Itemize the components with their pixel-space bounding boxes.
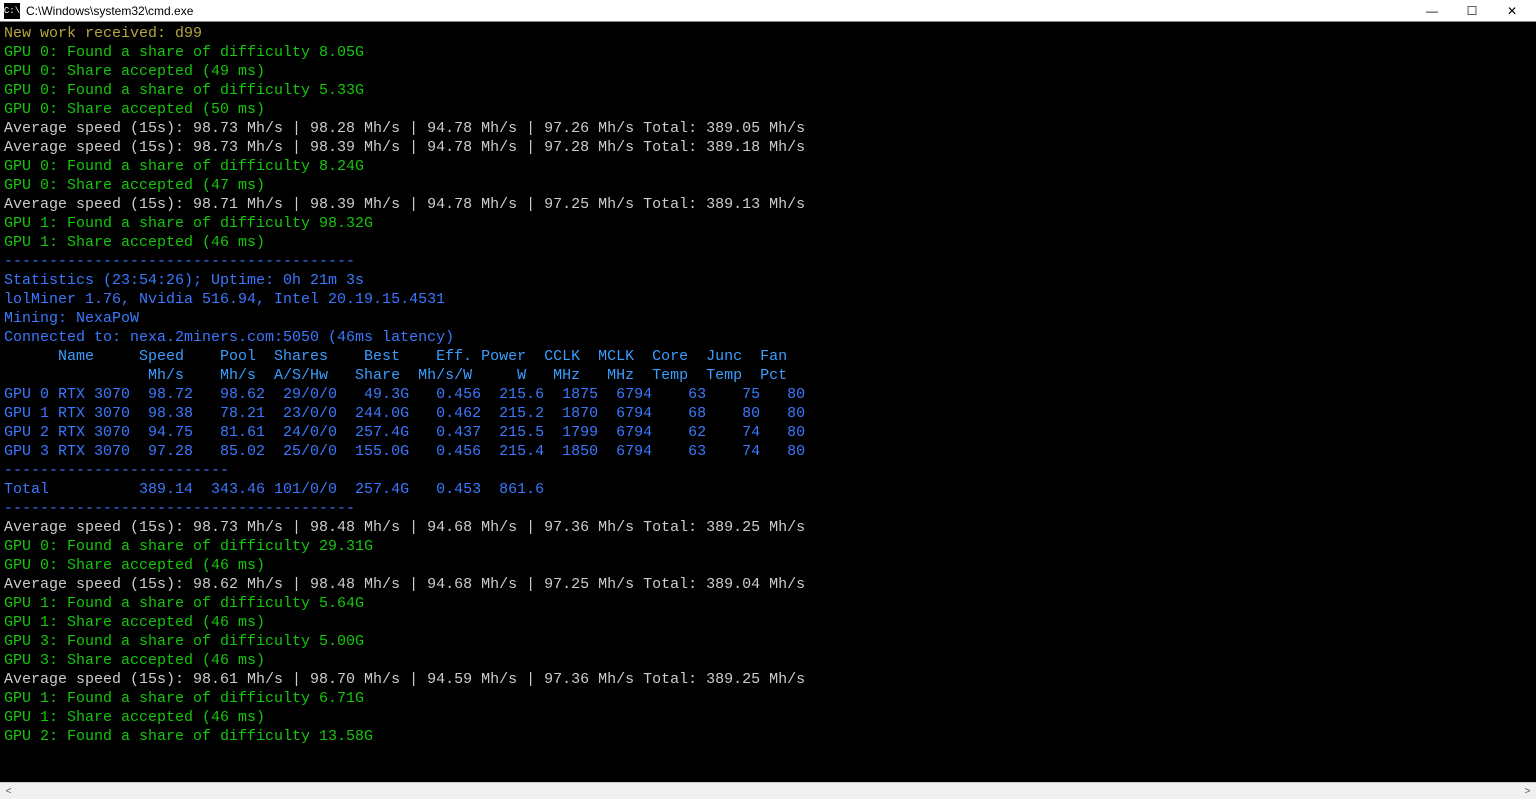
console-line: GPU 1: Found a share of difficulty 98.32… [4, 214, 1532, 233]
console-line: Average speed (15s): 98.73 Mh/s | 98.28 … [4, 119, 1532, 138]
console-line: Average speed (15s): 98.61 Mh/s | 98.70 … [4, 670, 1532, 689]
console-line: GPU 2 RTX 3070 94.75 81.61 24/0/0 257.4G… [4, 423, 1532, 442]
console-line: GPU 3: Found a share of difficulty 5.00G [4, 632, 1532, 651]
window-titlebar: C:\ C:\Windows\system32\cmd.exe — ☐ ✕ [0, 0, 1536, 22]
scroll-right-arrow-icon[interactable]: > [1519, 783, 1536, 800]
console-line: --------------------------------------- [4, 252, 1532, 271]
scroll-track[interactable] [17, 783, 1519, 800]
console-line: GPU 1: Share accepted (46 ms) [4, 613, 1532, 632]
minimize-button[interactable]: — [1412, 1, 1452, 21]
maximize-button[interactable]: ☐ [1452, 1, 1492, 21]
console-line: Mining: NexaPoW [4, 309, 1532, 328]
console-line: lolMiner 1.76, Nvidia 516.94, Intel 20.1… [4, 290, 1532, 309]
console-line: Average speed (15s): 98.71 Mh/s | 98.39 … [4, 195, 1532, 214]
console-line: GPU 0: Share accepted (47 ms) [4, 176, 1532, 195]
console-line: Connected to: nexa.2miners.com:5050 (46m… [4, 328, 1532, 347]
console-line: Statistics (23:54:26); Uptime: 0h 21m 3s [4, 271, 1532, 290]
console-line: GPU 3: Share accepted (46 ms) [4, 651, 1532, 670]
console-line: GPU 1 RTX 3070 98.38 78.21 23/0/0 244.0G… [4, 404, 1532, 423]
console-line: Average speed (15s): 98.73 Mh/s | 98.39 … [4, 138, 1532, 157]
console-line: Average speed (15s): 98.62 Mh/s | 98.48 … [4, 575, 1532, 594]
scroll-left-arrow-icon[interactable]: < [0, 783, 17, 800]
console-line: GPU 1: Found a share of difficulty 5.64G [4, 594, 1532, 613]
console-line: GPU 1: Found a share of difficulty 6.71G [4, 689, 1532, 708]
console-line: --------------------------------------- [4, 499, 1532, 518]
console-line: Name Speed Pool Shares Best Eff. Power C… [4, 347, 1532, 366]
console-line: GPU 3 RTX 3070 97.28 85.02 25/0/0 155.0G… [4, 442, 1532, 461]
console-line: GPU 0: Share accepted (46 ms) [4, 556, 1532, 575]
window-title: C:\Windows\system32\cmd.exe [26, 4, 193, 18]
cmd-icon: C:\ [4, 3, 20, 19]
console-line: GPU 0: Found a share of difficulty 8.24G [4, 157, 1532, 176]
close-button[interactable]: ✕ [1492, 1, 1532, 21]
console-line: GPU 0: Share accepted (49 ms) [4, 62, 1532, 81]
console-line: GPU 0 RTX 3070 98.72 98.62 29/0/0 49.3G … [4, 385, 1532, 404]
horizontal-scrollbar[interactable]: < > [0, 782, 1536, 799]
terminal-output[interactable]: New work received: d99GPU 0: Found a sha… [0, 22, 1536, 782]
console-line: GPU 2: Found a share of difficulty 13.58… [4, 727, 1532, 746]
console-line: Mh/s Mh/s A/S/Hw Share Mh/s/W W MHz MHz … [4, 366, 1532, 385]
console-line: GPU 0: Found a share of difficulty 8.05G [4, 43, 1532, 62]
console-line: GPU 1: Share accepted (46 ms) [4, 233, 1532, 252]
console-line: GPU 0: Share accepted (50 ms) [4, 100, 1532, 119]
console-line: GPU 0: Found a share of difficulty 5.33G [4, 81, 1532, 100]
console-line: New work received: d99 [4, 24, 1532, 43]
console-line: GPU 1: Share accepted (46 ms) [4, 708, 1532, 727]
console-line: GPU 0: Found a share of difficulty 29.31… [4, 537, 1532, 556]
console-line: ------------------------- [4, 461, 1532, 480]
console-line: Average speed (15s): 98.73 Mh/s | 98.48 … [4, 518, 1532, 537]
console-line: Total 389.14 343.46 101/0/0 257.4G 0.453… [4, 480, 1532, 499]
